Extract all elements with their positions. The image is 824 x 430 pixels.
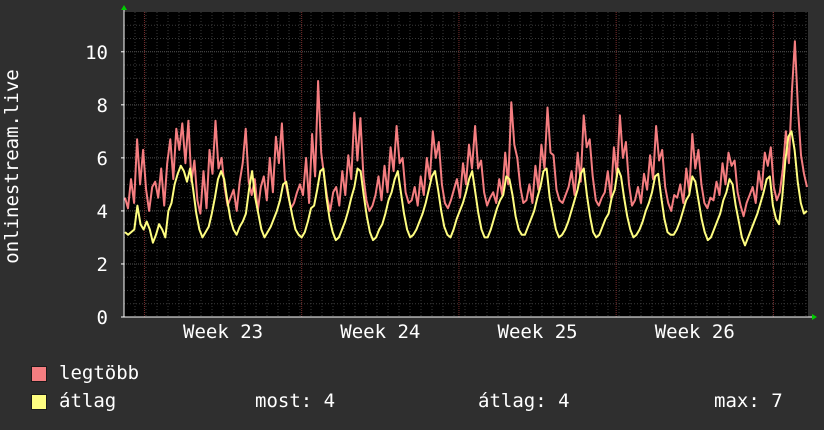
y-tick-label: 6 — [97, 148, 108, 170]
chart-canvas: 0 2 4 6 8 10 Week 23 Week 24 Week 25 Week 26 onlin… — [1, 5, 817, 343]
y-tick-label: 4 — [97, 201, 108, 223]
x-tick-label: Week 23 — [183, 321, 263, 343]
legend-label-atlag: átlag — [59, 390, 117, 412]
x-tick-label: Week 25 — [498, 321, 578, 343]
plot-area — [124, 12, 808, 317]
y-tick-label: 2 — [97, 254, 108, 276]
x-tick-label: Week 26 — [655, 321, 735, 343]
legend-label-legtobb: legtöbb — [59, 362, 140, 384]
y-axis-arrow-icon — [121, 5, 127, 10]
x-axis-arrow-icon — [812, 314, 817, 320]
legend-row-atlag: átlag most: 4 átlag: 4 max: 7 — [31, 390, 821, 413]
y-tick-label: 8 — [97, 95, 108, 117]
stat-atlag: átlag: 4 — [478, 390, 570, 412]
stat-max: max: 7 — [714, 390, 783, 412]
legend-swatch-atlag — [31, 394, 47, 410]
legend-row-legtobb: legtöbb — [31, 362, 821, 385]
y-tick-label: 10 — [85, 42, 108, 64]
y-axis-title: onlinestream.live — [1, 69, 23, 263]
stat-most: most: 4 — [255, 390, 336, 412]
legend-swatch-legtobb — [31, 366, 47, 382]
x-tick-label: Week 24 — [340, 321, 420, 343]
y-tick-label: 0 — [97, 307, 108, 329]
